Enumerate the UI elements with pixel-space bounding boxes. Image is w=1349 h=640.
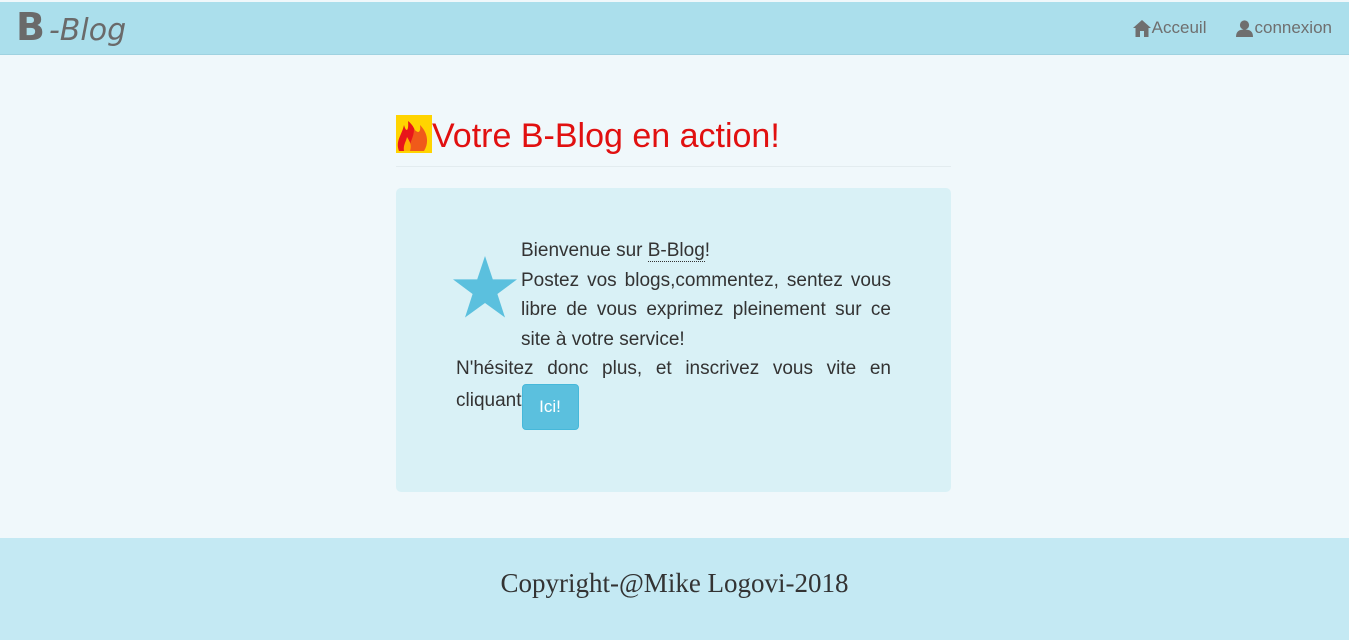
brand-logo[interactable]: B -Blog [16,6,126,52]
nav-link-login-label: connexion [1254,18,1332,37]
navbar: B -Blog Acceuil connexion [0,2,1349,55]
star-icon [452,256,518,318]
fire-icon [396,115,432,153]
nav-link-login[interactable]: connexion [1236,18,1332,38]
signup-cta: N'hésitez donc plus, et inscrivez vous v… [456,354,891,430]
cta-line2: cliquant Ici! [456,384,891,430]
cta-text-line2: cliquant [456,390,522,411]
nav-link-home-label: Acceuil [1151,18,1207,37]
page-title: Votre B-Blog en action! [432,117,780,155]
welcome-prefix: Bienvenue sur [521,240,648,261]
page: B -Blog Acceuil connexion Votre B-Blog e… [0,0,1349,640]
signup-button[interactable]: Ici! [521,384,579,430]
nav-links: Acceuil connexion [1132,18,1332,38]
user-icon [1236,19,1254,37]
welcome-line: Bienvenue sur B-Blog! [521,236,891,266]
welcome-panel: Bienvenue sur B-Blog! Postez vos blogs,c… [396,188,951,492]
welcome-suffix: ! [704,240,711,261]
welcome-text: Bienvenue sur B-Blog! Postez vos blogs,c… [521,236,891,354]
welcome-paragraph: Postez vos blogs,commentez, sentez vous … [521,269,891,350]
home-icon [1132,19,1151,37]
page-header: Votre B-Blog en action! [396,114,951,167]
nav-link-home[interactable]: Acceuil [1132,18,1207,38]
copyright-text: Copyright-@Mike Logovi-2018 [500,568,849,598]
brand-letter: B [16,5,45,49]
brand-name: -Blog [48,13,127,48]
footer: Copyright-@Mike Logovi-2018 [0,538,1349,640]
cta-text-line1: N'hésitez donc plus, et inscrivez vous v… [456,358,891,379]
brand-abbr: B-Blog [647,240,705,262]
